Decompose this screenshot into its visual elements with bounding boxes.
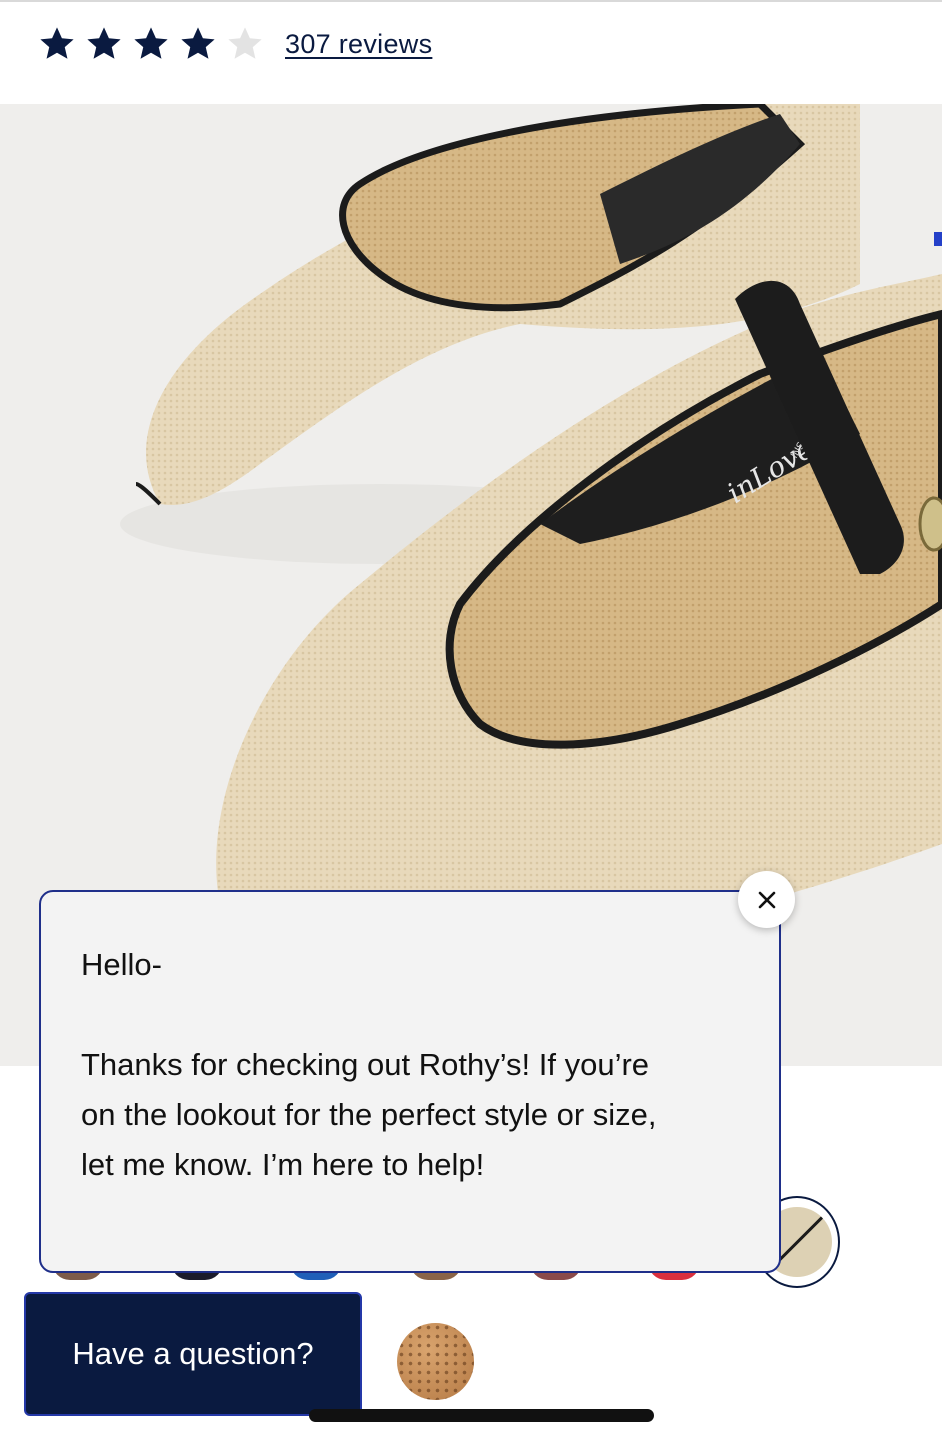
close-icon [758,891,775,908]
top-divider [0,0,942,2]
have-a-question-button[interactable]: Have a question? [24,1292,362,1416]
chat-message: Hello- Thanks for checking out Rothy’s! … [81,940,739,1190]
star-filled-icon [181,27,215,59]
star-filled-icon [87,27,121,59]
chat-line-3: let me know. I’m here to help! [81,1147,485,1182]
star-filled-icon [40,27,74,59]
color-swatch-tan[interactable] [397,1323,474,1400]
star-empty-icon [228,27,262,59]
rating-row: 307 reviews [38,20,432,68]
star-filled-icon [134,27,168,59]
chat-line-2: on the lookout for the perfect style or … [81,1097,657,1132]
chat-greeting: Hello- [81,947,162,982]
star-rating[interactable] [38,25,273,63]
close-chat-button[interactable] [738,871,795,928]
reviews-link[interactable]: 307 reviews [285,29,432,60]
home-indicator [309,1409,654,1422]
chat-line-1: Thanks for checking out Rothy’s! If you’… [81,1047,650,1082]
chat-greeting-bubble: Hello- Thanks for checking out Rothy’s! … [39,890,781,1273]
